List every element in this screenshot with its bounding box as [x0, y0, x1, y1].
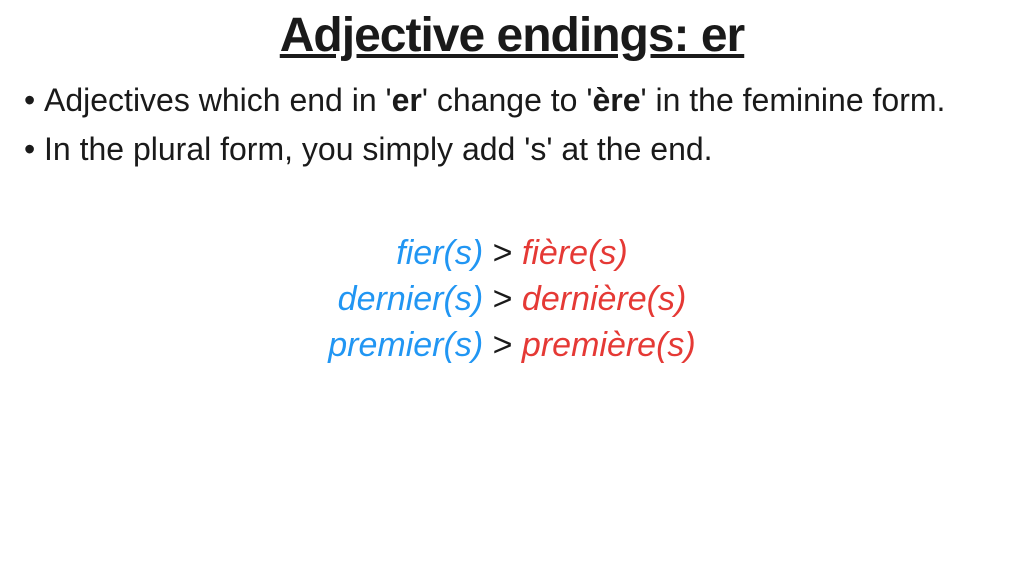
- examples-block: fier(s) > fière(s) dernier(s) > dernière…: [0, 231, 1024, 369]
- text: Adjectives which end in ': [44, 82, 392, 118]
- separator: >: [493, 234, 513, 272]
- separator: >: [493, 280, 513, 318]
- masculine-form: fier(s): [396, 234, 483, 272]
- feminine-form: première(s): [522, 326, 696, 364]
- separator: >: [493, 326, 513, 364]
- feminine-form: dernière(s): [522, 280, 686, 318]
- example-row: dernier(s) > dernière(s): [0, 277, 1024, 323]
- bullet-list: Adjectives which end in 'er' change to '…: [0, 79, 1024, 171]
- text: ' change to ': [422, 82, 593, 118]
- text: ' in the feminine form.: [640, 82, 945, 118]
- masculine-form: premier(s): [328, 326, 483, 364]
- bullet-item: In the plural form, you simply add 's' a…: [18, 128, 1006, 171]
- page-title: Adjective endings: er: [0, 0, 1024, 79]
- feminine-form: fière(s): [522, 234, 628, 272]
- example-row: premier(s) > première(s): [0, 323, 1024, 369]
- bullet-item: Adjectives which end in 'er' change to '…: [18, 79, 1006, 122]
- text: In the plural form, you simply add 's' a…: [44, 131, 713, 167]
- bold-er: er: [392, 82, 422, 118]
- bold-ere: ère: [592, 82, 640, 118]
- masculine-form: dernier(s): [338, 280, 483, 318]
- example-row: fier(s) > fière(s): [0, 231, 1024, 277]
